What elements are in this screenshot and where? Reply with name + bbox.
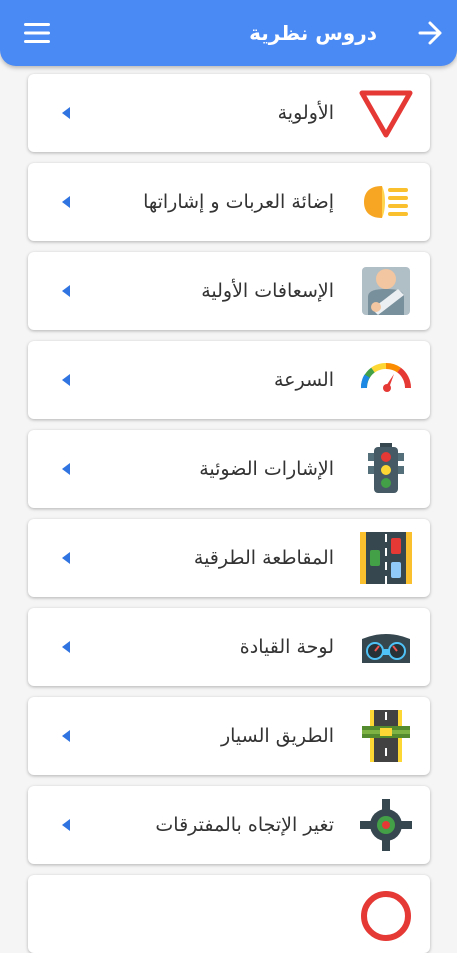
lesson-label: المقاطعة الطرقية (193, 547, 334, 569)
chevron-left-icon (62, 641, 70, 653)
roundabout-icon (360, 799, 412, 851)
yield-sign-icon (359, 90, 413, 138)
lesson-item-first-aid[interactable]: الإسعافات الأولية (28, 252, 430, 330)
chevron-left-icon (62, 552, 70, 564)
lesson-item-lights[interactable]: إضائة العربات و إشاراتها (28, 163, 430, 241)
dashboard-icon (362, 634, 410, 663)
lesson-item-prohibition[interactable] (28, 875, 430, 953)
highway-icon (362, 710, 410, 762)
hamburger-menu-icon[interactable] (24, 22, 50, 44)
lesson-label: الإشارات الضوئية (199, 458, 334, 480)
lesson-label: الإسعافات الأولية (201, 280, 334, 302)
lesson-item-dashboard[interactable]: لوحة القيادة (28, 608, 430, 686)
chevron-left-icon (62, 463, 70, 475)
app-bar: دروس نظرية (0, 0, 457, 66)
first-aid-icon (362, 267, 410, 315)
headlight-icon (364, 186, 408, 218)
road-lanes-icon (360, 532, 412, 584)
lesson-item-speed[interactable]: السرعة (28, 341, 430, 419)
chevron-left-icon (62, 196, 70, 208)
lesson-label: لوحة القيادة (239, 636, 334, 658)
chevron-left-icon (62, 730, 70, 742)
chevron-left-icon (62, 285, 70, 297)
lesson-label: تغير الإتجاه بالمفترقات (155, 814, 334, 836)
chevron-left-icon (62, 107, 70, 119)
lesson-label: الأولوية (277, 102, 334, 124)
lesson-label: السرعة (273, 369, 334, 391)
lesson-item-highway[interactable]: الطريق السيار (28, 697, 430, 775)
traffic-light-icon (368, 443, 404, 493)
lesson-item-road-sections[interactable]: المقاطعة الطرقية (28, 519, 430, 597)
speedometer-icon (360, 363, 412, 392)
prohibition-sign-icon (361, 891, 411, 941)
chevron-left-icon (62, 374, 70, 386)
chevron-left-icon (62, 819, 70, 831)
lesson-label: الطريق السيار (220, 725, 334, 747)
page-title: دروس نظرية (249, 21, 377, 45)
lesson-item-priority[interactable]: الأولوية (28, 74, 430, 152)
lesson-item-direction-change[interactable]: تغير الإتجاه بالمفترقات (28, 786, 430, 864)
arrow-back-icon[interactable] (417, 20, 443, 46)
lesson-label: إضائة العربات و إشاراتها (143, 191, 334, 213)
lesson-item-traffic-lights[interactable]: الإشارات الضوئية (28, 430, 430, 508)
